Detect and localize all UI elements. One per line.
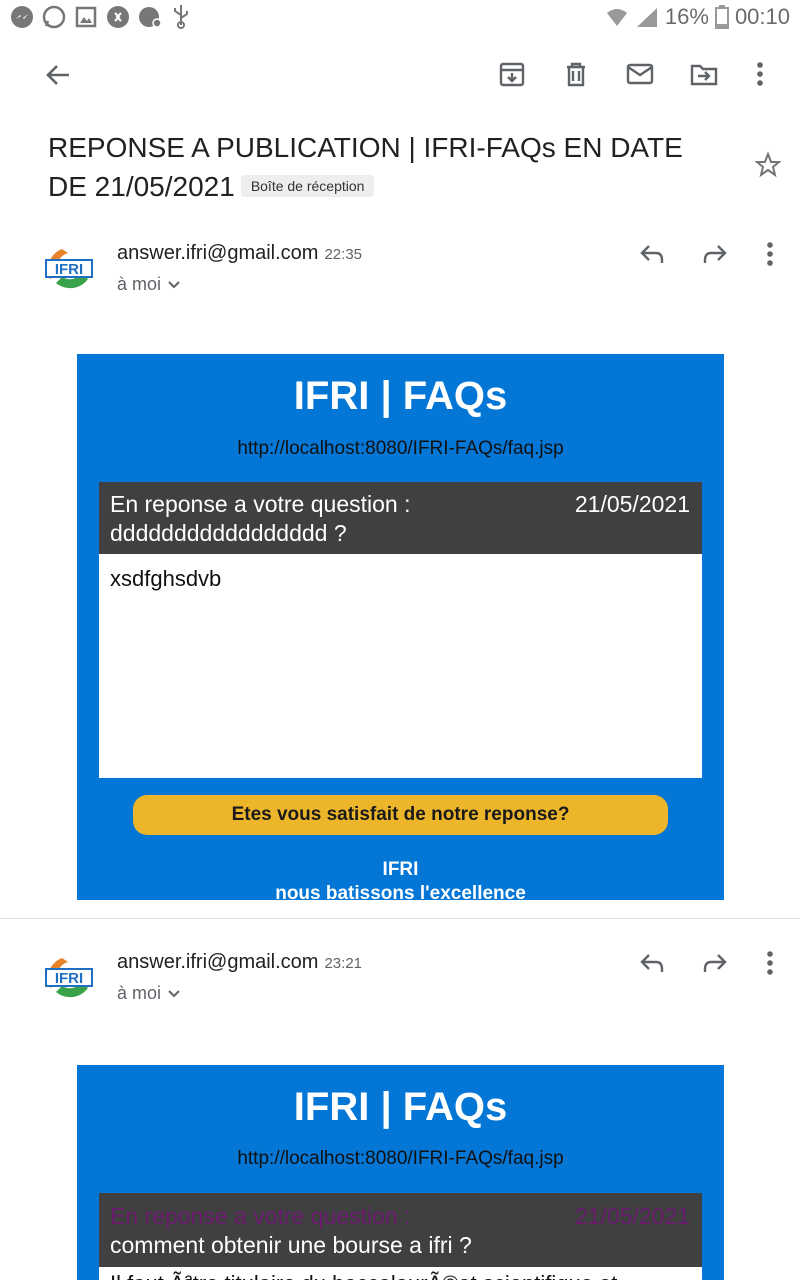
- sender-line: answer.ifri@gmail.com 22:35: [117, 242, 362, 265]
- forward-button[interactable]: [695, 943, 735, 983]
- back-button[interactable]: [38, 55, 78, 95]
- recipient-toggle[interactable]: à moi: [117, 983, 181, 1004]
- question-text: comment obtenir une bourse a ifri ?: [110, 1232, 472, 1258]
- question-date: 21/05/2021: [574, 491, 690, 517]
- brand-title: IFRI | FAQs: [293, 374, 508, 418]
- ifri-logo: IFRI: [43, 242, 95, 294]
- battery-icon: [714, 5, 729, 29]
- question-date: 21/05/2021: [574, 1203, 690, 1229]
- footer-slogan: nous batissons l'excellence: [275, 883, 526, 900]
- sender-address: answer.ifri@gmail.com: [117, 951, 319, 973]
- forward-icon: [703, 954, 727, 972]
- clock: 00:10: [734, 4, 790, 29]
- recipient-toggle[interactable]: à moi: [117, 274, 181, 295]
- sender-line: answer.ifri@gmail.com 23:21: [117, 951, 362, 974]
- answer-box: xsdfghsdvb: [99, 554, 702, 778]
- question-text: ddddddddddddddddd ?: [110, 520, 347, 546]
- reply-button[interactable]: [632, 234, 672, 274]
- more-vert-icon: [757, 62, 763, 86]
- email-subject: REPONSE A PUBLICATION | IFRI-FAQs EN DAT…: [48, 128, 728, 206]
- more-options-button[interactable]: [740, 54, 780, 94]
- reply-icon: [640, 245, 664, 263]
- arrow-back-icon: [46, 65, 69, 85]
- app-icon: [139, 7, 162, 28]
- answer-text: Il faut Ãªtre titulaire du baccalaurÃ©at…: [110, 1271, 617, 1280]
- reply-icon: [640, 954, 664, 972]
- star-icon: [754, 151, 782, 178]
- email-body-card: IFRI | FAQs http://localhost:8080/IFRI-F…: [77, 354, 724, 900]
- inbox-label-chip[interactable]: Boîte de réception: [240, 174, 375, 197]
- brand-title: IFRI | FAQs: [293, 1085, 508, 1129]
- question-header: En reponse a votre question : 21/05/2021…: [99, 1193, 702, 1267]
- sender-avatar[interactable]: IFRI: [42, 950, 96, 1004]
- status-right: 16% 00:10: [605, 4, 790, 30]
- svg-text:IFRI: IFRI: [55, 970, 83, 987]
- email-body-card: IFRI | FAQs http://localhost:8080/IFRI-F…: [77, 1065, 724, 1280]
- recipient-label: à moi: [117, 983, 162, 1003]
- sender-address: answer.ifri@gmail.com: [117, 242, 319, 264]
- question-header: En reponse a votre question : 21/05/2021…: [99, 482, 702, 554]
- status-bar: 16% 00:10: [0, 0, 800, 34]
- footer-org: IFRI: [382, 859, 419, 880]
- mark-unread-button[interactable]: [620, 54, 660, 94]
- faq-link[interactable]: http://localhost:8080/IFRI-FAQs/faq.jsp: [77, 438, 724, 460]
- ifri-logo: IFRI: [43, 951, 95, 1003]
- wifi-icon: [606, 9, 627, 26]
- sender-avatar[interactable]: IFRI: [42, 241, 96, 295]
- more-vert-icon: [767, 242, 773, 266]
- mark-unread-icon: [626, 63, 654, 85]
- move-to-button[interactable]: [684, 54, 724, 94]
- delete-icon: [567, 62, 585, 87]
- forward-icon: [703, 245, 727, 263]
- answer-box: Il faut Ãªtre titulaire du baccalaurÃ©at…: [99, 1267, 702, 1280]
- usb-icon: [174, 5, 188, 29]
- chevron-down-icon: [168, 989, 180, 997]
- battery-percent: 16%: [664, 4, 709, 29]
- reply-button[interactable]: [632, 943, 672, 983]
- archive-icon: [499, 62, 525, 87]
- question-label: En reponse a votre question :: [110, 1203, 411, 1229]
- star-button[interactable]: [748, 145, 788, 185]
- gallery-icon: [75, 6, 97, 28]
- message-time: 23:21: [324, 955, 363, 972]
- message-divider: [0, 918, 800, 919]
- whatsapp-icon: [42, 5, 66, 29]
- delete-button[interactable]: [556, 54, 596, 94]
- forward-button[interactable]: [695, 234, 735, 274]
- answer-text: xsdfghsdvb: [110, 566, 222, 591]
- recipient-label: à moi: [117, 274, 162, 294]
- question-label: En reponse a votre question :: [110, 491, 411, 517]
- message-more-button[interactable]: [750, 234, 790, 274]
- signal-icon: [636, 8, 657, 27]
- shazam-icon: [107, 6, 129, 28]
- satisfaction-button[interactable]: Etes vous satisfait de notre reponse?: [133, 795, 668, 835]
- message-time: 22:35: [324, 246, 363, 263]
- messenger-icon: [11, 6, 33, 28]
- chevron-down-icon: [168, 280, 180, 288]
- faq-link[interactable]: http://localhost:8080/IFRI-FAQs/faq.jsp: [77, 1148, 724, 1170]
- message-more-button[interactable]: [750, 943, 790, 983]
- archive-button[interactable]: [492, 54, 532, 94]
- more-vert-icon: [767, 951, 773, 975]
- svg-text:IFRI: IFRI: [55, 261, 83, 278]
- move-to-icon: [690, 64, 718, 86]
